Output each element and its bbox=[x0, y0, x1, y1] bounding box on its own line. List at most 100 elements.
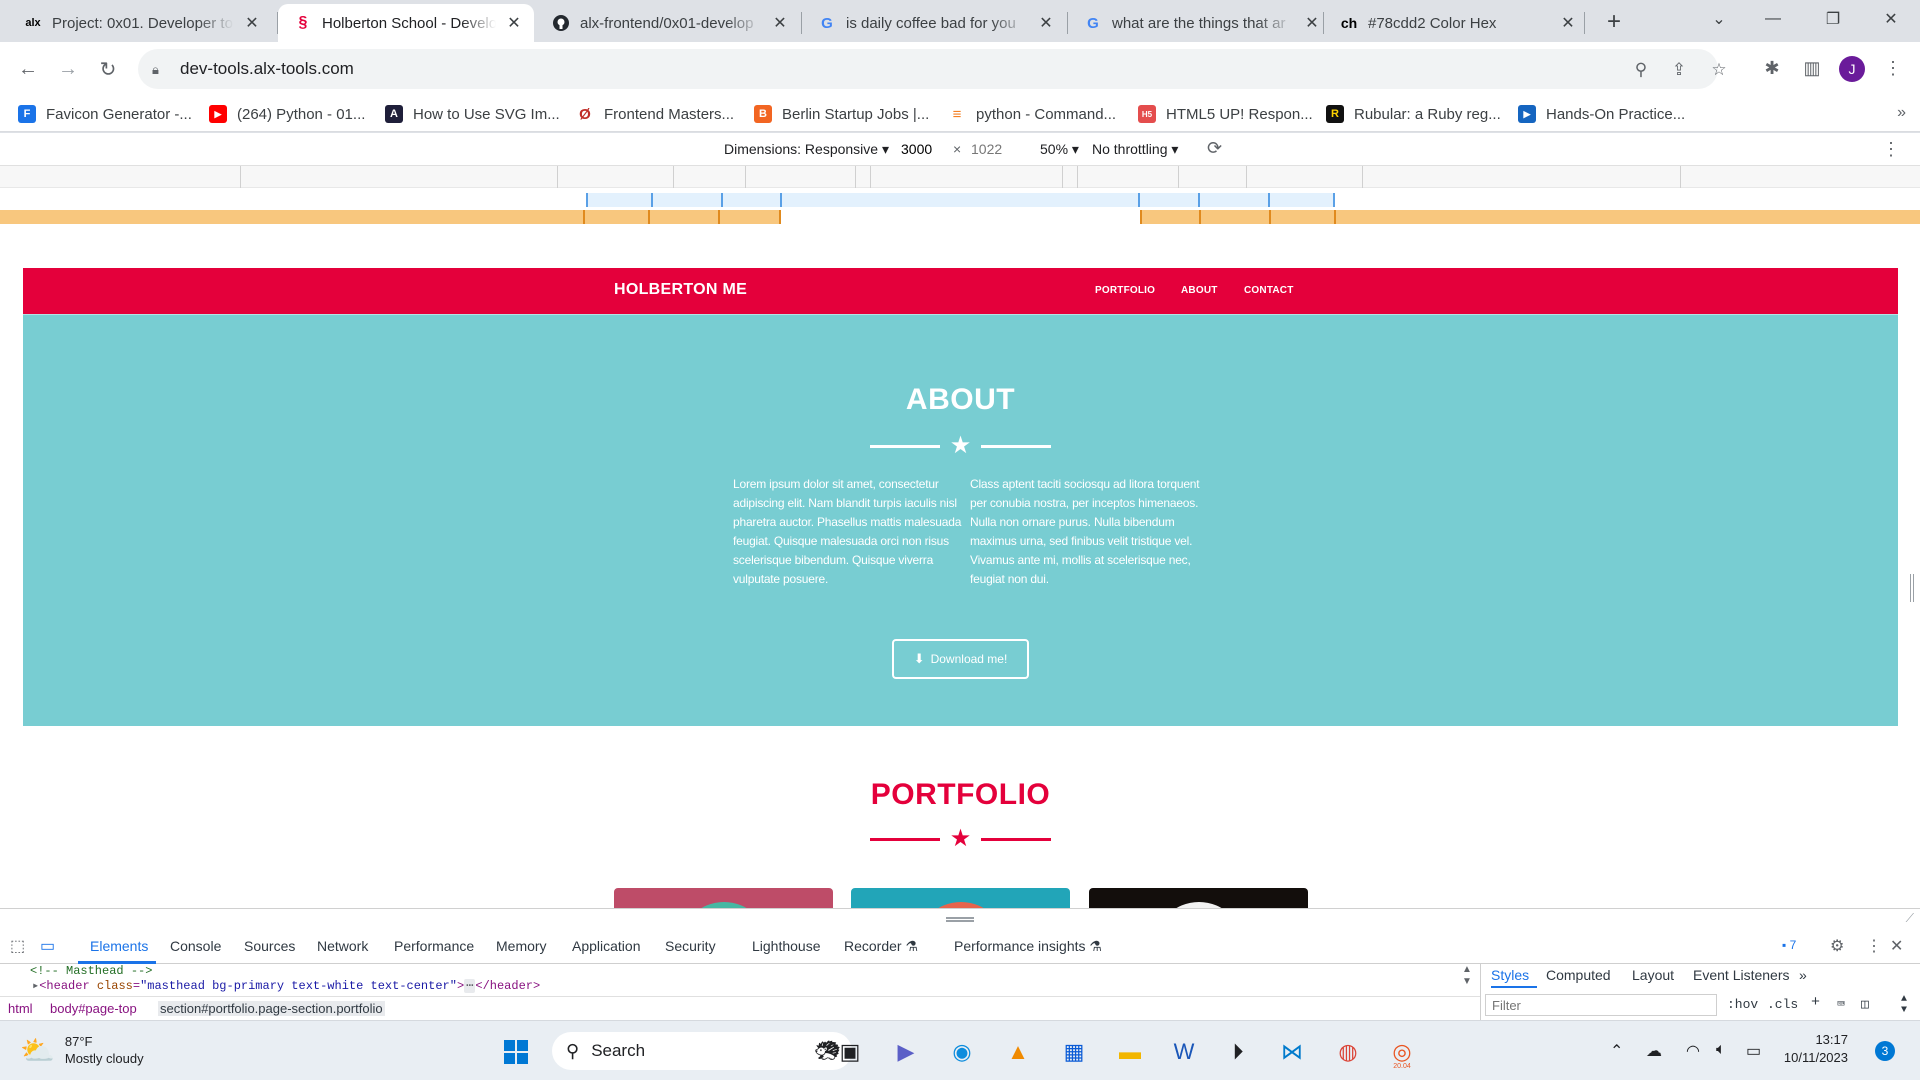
dimensions-select[interactable]: Dimensions: Responsive ▾ bbox=[724, 141, 889, 158]
close-icon[interactable]: ✕ bbox=[504, 13, 524, 33]
tab-event-listeners[interactable]: Event Listeners bbox=[1693, 967, 1790, 983]
chevron-double-right-icon[interactable]: » bbox=[1897, 104, 1906, 122]
menu-kebab-icon[interactable]: ⋮ bbox=[1880, 55, 1906, 81]
min-width-query-bar-right[interactable] bbox=[1140, 210, 1920, 224]
issues-badge[interactable]: ▪ 7 bbox=[1782, 938, 1796, 952]
new-rule-plus-icon[interactable]: + bbox=[1811, 994, 1820, 1011]
teams-meet-icon[interactable]: ▶ bbox=[890, 1036, 922, 1068]
scroll-arrows-icon[interactable]: ▲ ▼ bbox=[1901, 994, 1907, 1016]
browser-tab-5[interactable]: ch #78cdd2 Color Hex ✕ bbox=[1324, 4, 1588, 42]
corner-resize-icon[interactable]: ⟋ bbox=[1906, 911, 1914, 926]
tab-styles[interactable]: Styles bbox=[1491, 967, 1529, 983]
close-window-icon[interactable]: ✕ bbox=[1868, 0, 1914, 38]
sidebar-toggle-icon[interactable]: ◫ bbox=[1861, 997, 1869, 1012]
styles-filter-input[interactable] bbox=[1485, 994, 1717, 1016]
wifi-icon[interactable]: ◠ bbox=[1686, 1041, 1700, 1061]
more-tabs-chevron-icon[interactable]: » bbox=[1799, 967, 1807, 983]
windows-start-icon[interactable] bbox=[500, 1036, 532, 1068]
browser-tab-3[interactable]: G is daily coffee bad for you ✕ bbox=[802, 4, 1066, 42]
close-icon[interactable]: ✕ bbox=[770, 13, 790, 33]
tab-computed[interactable]: Computed bbox=[1546, 967, 1611, 983]
tab-console[interactable]: Console bbox=[170, 938, 221, 954]
breadcrumb-section[interactable]: section#portfolio.page-section.portfolio bbox=[158, 1001, 385, 1016]
microsoft-store-icon[interactable]: ▦ bbox=[1058, 1036, 1090, 1068]
hov-toggle[interactable]: :hov bbox=[1727, 997, 1758, 1012]
bookmark-item[interactable]: ▶ (264) Python - 01... bbox=[209, 103, 365, 125]
tab-network[interactable]: Network bbox=[317, 938, 368, 954]
tab-security[interactable]: Security bbox=[665, 938, 716, 954]
dom-comment-line[interactable]: <!-- Masthead --> bbox=[30, 964, 152, 978]
nav-link-about[interactable]: ABOUT bbox=[1181, 285, 1218, 296]
height-input[interactable] bbox=[967, 139, 1019, 159]
tab-sources[interactable]: Sources bbox=[244, 938, 295, 954]
ellipsis-icon[interactable]: ⋯ bbox=[464, 979, 476, 993]
battery-icon[interactable]: ▭ bbox=[1746, 1041, 1761, 1061]
file-explorer-icon[interactable]: ▬ bbox=[1114, 1036, 1146, 1068]
chrome-icon[interactable]: ◍ bbox=[1332, 1036, 1364, 1068]
breadcrumb-html[interactable]: html bbox=[8, 1001, 33, 1016]
breadcrumb-body[interactable]: body#page-top bbox=[50, 1001, 137, 1016]
zoom-icon[interactable]: ⚲ bbox=[1630, 59, 1652, 81]
media-player-icon[interactable]: ⏵ bbox=[1222, 1036, 1254, 1068]
avatar[interactable]: J bbox=[1839, 56, 1865, 82]
browser-tab-0[interactable]: alx Project: 0x01. Developer to ✕ bbox=[8, 4, 272, 42]
settings-gear-icon[interactable]: ⚙ bbox=[1830, 936, 1844, 956]
browser-tab-4[interactable]: G what are the things that ar ✕ bbox=[1068, 4, 1332, 42]
device-menu-kebab-icon[interactable]: ⋮ bbox=[1882, 139, 1900, 160]
bookmark-item[interactable]: ≡ python - Command... bbox=[948, 103, 1116, 125]
extensions-icon[interactable]: ✱ bbox=[1759, 55, 1785, 81]
bookmark-item[interactable]: Ø Frontend Masters... bbox=[576, 103, 734, 125]
notification-badge[interactable]: 3 bbox=[1875, 1041, 1895, 1061]
edge-icon[interactable]: ◉ bbox=[946, 1036, 978, 1068]
onedrive-icon[interactable]: ☁ bbox=[1646, 1041, 1662, 1061]
close-icon[interactable]: ✕ bbox=[1558, 13, 1578, 33]
forward-icon[interactable]: → bbox=[54, 55, 82, 83]
width-input[interactable] bbox=[897, 139, 949, 159]
drag-grip-icon[interactable] bbox=[946, 917, 974, 922]
ubuntu-icon[interactable]: ◎ 20.04 bbox=[1386, 1036, 1418, 1070]
side-panel-icon[interactable]: ▥ bbox=[1799, 55, 1825, 81]
bookmark-item[interactable]: A How to Use SVG Im... bbox=[385, 103, 560, 125]
tab-performance-insights[interactable]: Performance insights ⚗ bbox=[954, 938, 1102, 955]
back-icon[interactable]: ← bbox=[14, 55, 42, 83]
task-view-icon[interactable]: ▣ bbox=[834, 1036, 866, 1068]
tab-lighthouse[interactable]: Lighthouse bbox=[752, 938, 821, 954]
reload-icon[interactable]: ↻ bbox=[94, 55, 122, 83]
bookmark-item[interactable]: F Favicon Generator -... bbox=[18, 103, 192, 125]
paint-brush-icon[interactable]: ⌨ bbox=[1837, 997, 1845, 1012]
tab-elements[interactable]: Elements bbox=[90, 938, 148, 954]
throttling-select[interactable]: No throttling ▾ bbox=[1092, 141, 1178, 158]
browser-tab-1[interactable]: § Holberton School - Develo ✕ bbox=[278, 4, 534, 42]
site-brand[interactable]: HOLBERTON ME bbox=[614, 281, 747, 299]
minimize-icon[interactable]: — bbox=[1750, 0, 1796, 38]
max-width-query-bar[interactable] bbox=[586, 193, 1334, 207]
tab-recorder[interactable]: Recorder ⚗ bbox=[844, 938, 918, 955]
tab-performance[interactable]: Performance bbox=[394, 938, 474, 954]
weather-widget[interactable]: ⛅ 87°F Mostly cloudy bbox=[20, 1033, 144, 1067]
volume-icon[interactable]: 🔈︎ bbox=[1716, 1041, 1726, 1059]
cls-toggle[interactable]: .cls bbox=[1767, 997, 1798, 1012]
word-app-icon[interactable]: W bbox=[1168, 1036, 1200, 1068]
viewport-resize-handle[interactable] bbox=[1910, 574, 1914, 602]
tab-memory[interactable]: Memory bbox=[496, 938, 547, 954]
nav-link-portfolio[interactable]: PORTFOLIO bbox=[1095, 285, 1155, 296]
new-tab-button[interactable]: + bbox=[1600, 8, 1628, 36]
devtools-menu-kebab-icon[interactable]: ⋮ bbox=[1866, 936, 1882, 956]
device-toggle-icon[interactable]: ▭ bbox=[40, 936, 55, 956]
close-icon[interactable]: ✕ bbox=[1302, 13, 1322, 33]
rotate-icon[interactable]: ⟳ bbox=[1207, 138, 1222, 159]
show-hidden-icons-chevron-icon[interactable]: ⌃ bbox=[1610, 1041, 1623, 1061]
bookmark-item[interactable]: R Rubular: a Ruby reg... bbox=[1326, 103, 1501, 125]
inspect-element-icon[interactable]: ⬚ bbox=[10, 936, 25, 956]
browser-tab-2[interactable]: alx-frontend/0x01-develop ✕ bbox=[536, 4, 800, 42]
tab-layout[interactable]: Layout bbox=[1632, 967, 1674, 983]
address-bar[interactable]: 🔒︎ dev-tools.alx-tools.com ⚲ ⇪ ☆ bbox=[138, 49, 1727, 89]
bookmark-star-icon[interactable]: ☆ bbox=[1708, 59, 1730, 81]
restore-icon[interactable]: ❐ bbox=[1810, 0, 1856, 38]
share-icon[interactable]: ⇪ bbox=[1668, 59, 1690, 81]
vscode-icon[interactable]: ⋈ bbox=[1276, 1036, 1308, 1068]
scroll-arrows-icon[interactable]: ▲ ▼ bbox=[1462, 964, 1472, 988]
nav-link-contact[interactable]: CONTACT bbox=[1244, 285, 1294, 296]
close-devtools-icon[interactable]: ✕ bbox=[1890, 936, 1903, 956]
portfolio-card-cake[interactable] bbox=[851, 888, 1070, 908]
